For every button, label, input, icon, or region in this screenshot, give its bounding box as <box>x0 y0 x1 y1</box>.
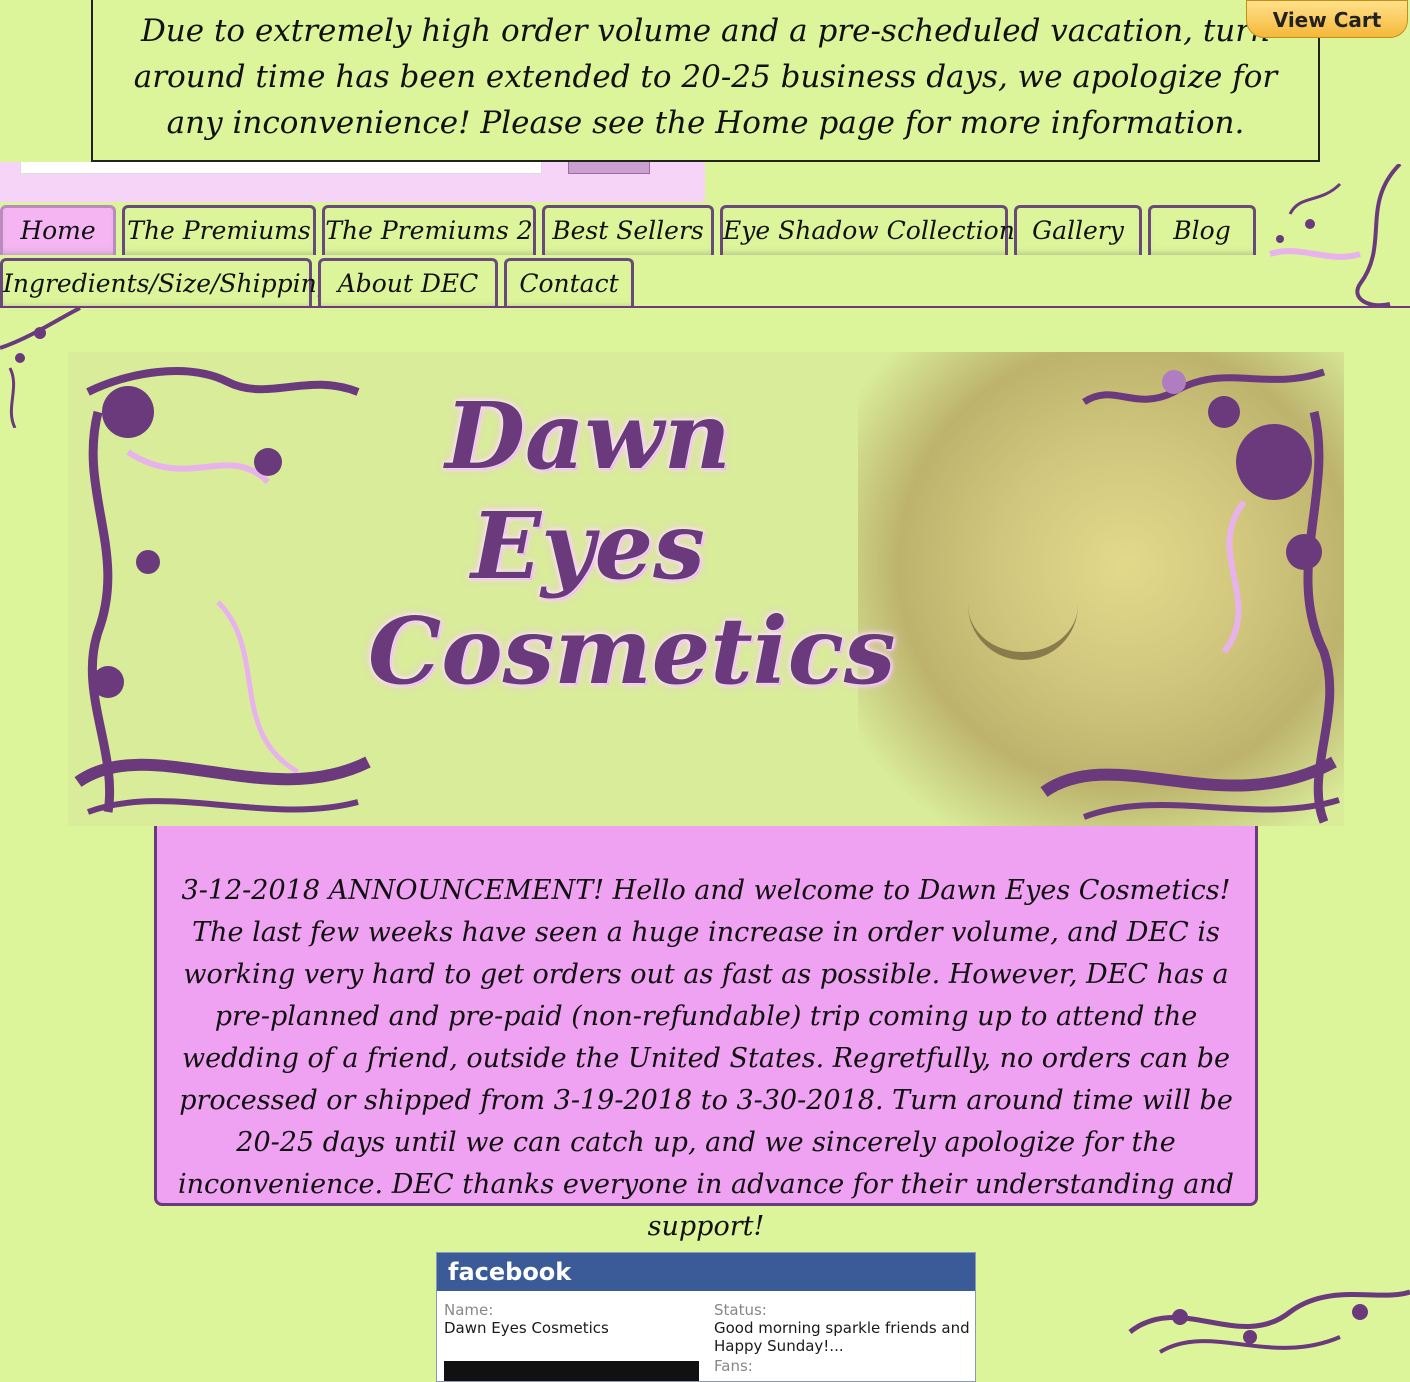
tab-eye-shadow-collections[interactable]: Eye Shadow Collections <box>720 205 1028 255</box>
fb-name-label: Name: <box>444 1301 494 1319</box>
fb-status-value: Good morning sparkle friends and Happy S… <box>714 1319 970 1355</box>
floral-frame-left <box>74 367 371 815</box>
shipping-notice-text: Due to extremely high order volume and a… <box>133 13 1278 141</box>
fb-status-label: Status: <box>714 1301 767 1319</box>
tab-gallery[interactable]: Gallery <box>1014 205 1142 255</box>
tab-about-dec[interactable]: About DEC <box>318 258 498 308</box>
facebook-logo: facebook <box>437 1253 975 1291</box>
logo-line-cosmetics: Cosmetics <box>368 597 896 705</box>
announcement-box: 3-12-2018 ANNOUNCEMENT! Hello and welcom… <box>154 826 1258 1242</box>
nav-divider <box>0 306 1410 308</box>
logo-line-dawn: Dawn <box>445 382 731 490</box>
shipping-notice-banner: Due to extremely high order volume and a… <box>91 0 1320 162</box>
logo-line-eyes: Eyes <box>471 492 705 600</box>
header-banner-image: Dawn Eyes Cosmetics <box>68 352 1344 826</box>
tab-ingredients-size-shipping[interactable]: Ingredients/Size/Shipping <box>0 258 333 308</box>
search-button[interactable] <box>568 162 650 174</box>
tab-the-premiums-2[interactable]: The Premiums 2 <box>322 205 536 255</box>
floral-frame-right <box>1040 368 1340 824</box>
tab-blog[interactable]: Blog <box>1148 205 1256 255</box>
tab-best-sellers[interactable]: Best Sellers <box>542 205 714 255</box>
corner-swirl-decoration <box>1269 164 1402 308</box>
tab-home[interactable]: Home <box>0 205 116 255</box>
fb-profile-image <box>444 1361 699 1381</box>
fb-name-value[interactable]: Dawn Eyes Cosmetics <box>444 1319 694 1337</box>
facebook-badge[interactable]: facebook Name: Dawn Eyes Cosmetics Statu… <box>436 1252 976 1382</box>
fb-fans-label: Fans: <box>714 1357 753 1375</box>
tab-contact[interactable]: Contact <box>504 258 634 308</box>
bottom-right-swirl-decoration <box>1128 1289 1410 1354</box>
announcement-text: 3-12-2018 ANNOUNCEMENT! Hello and welcom… <box>178 875 1234 1242</box>
tab-the-premiums[interactable]: The Premiums <box>122 205 316 255</box>
search-input[interactable] <box>20 162 542 174</box>
view-cart-button[interactable]: View Cart <box>1246 0 1408 38</box>
